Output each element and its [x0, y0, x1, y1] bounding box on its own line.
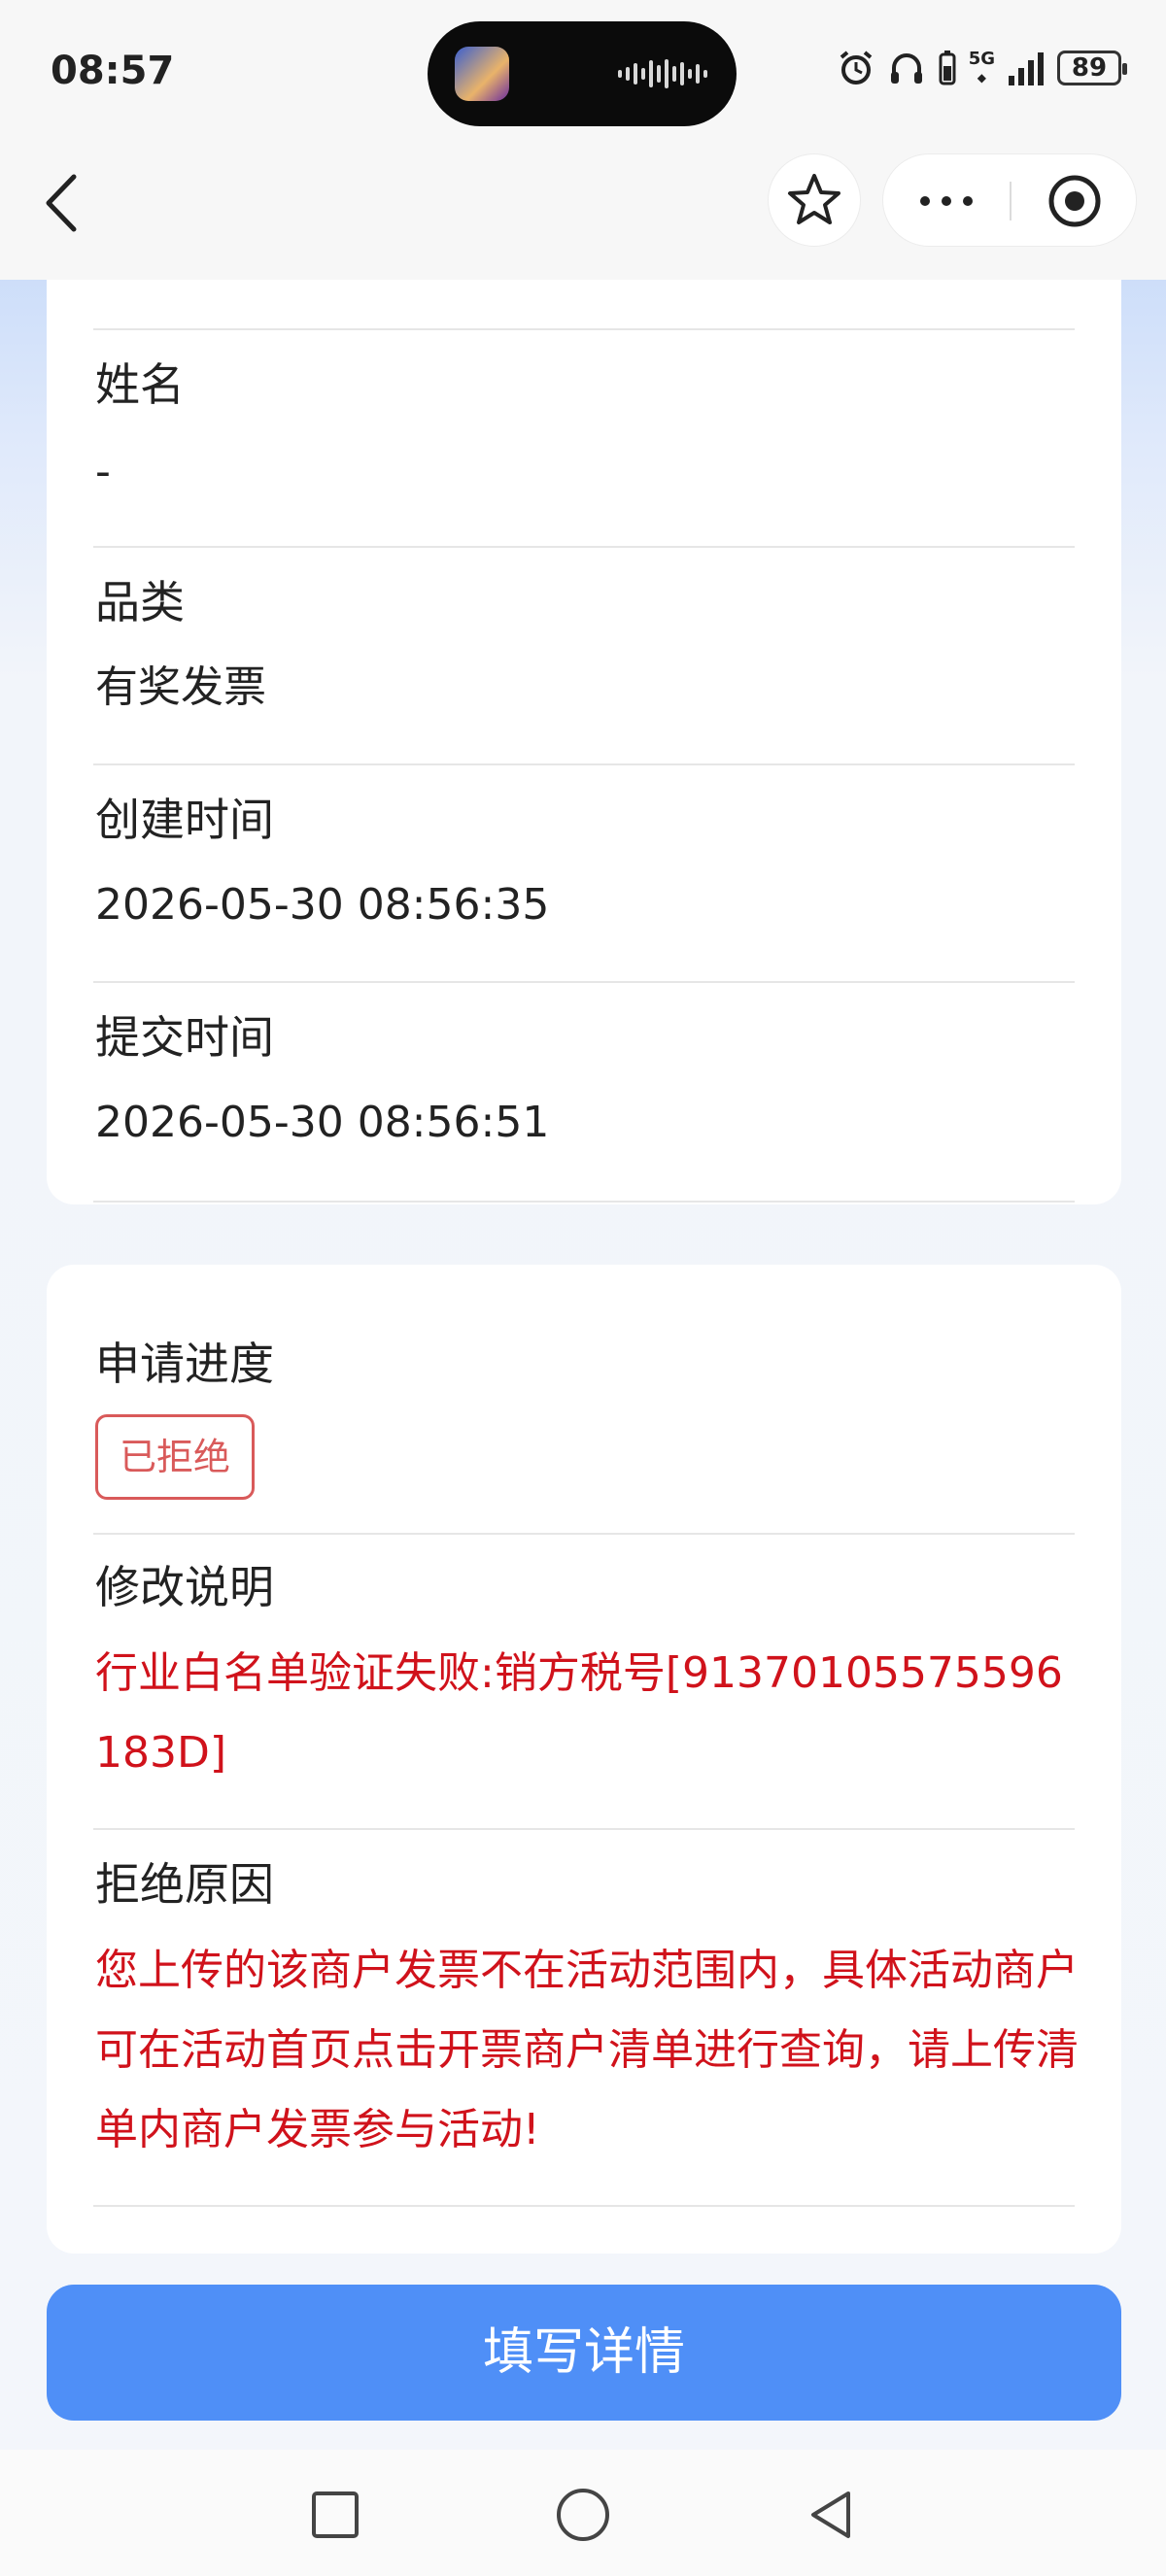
star-outline-icon: [788, 174, 840, 224]
more-dots-icon: [920, 196, 930, 206]
divider: [93, 981, 1075, 983]
divider: [93, 1533, 1075, 1535]
reject-reason-label: 拒绝原因: [95, 1858, 274, 1911]
home-button[interactable]: [549, 2481, 617, 2549]
divider: [93, 763, 1075, 765]
recent-apps-button[interactable]: [301, 2481, 369, 2549]
target-circle-icon: [1048, 175, 1101, 227]
divider: [93, 546, 1075, 548]
more-button[interactable]: [883, 154, 1010, 248]
system-nav-bar: [0, 2450, 1166, 2576]
mini-program-capsule: [882, 153, 1137, 247]
category-label: 品类: [95, 576, 185, 628]
status-badge: 已拒绝: [95, 1414, 256, 1500]
headphones-icon: [890, 53, 922, 84]
square-icon: [312, 2491, 359, 2538]
reject-reason-value: 您上传的该商户发票不在活动范围内，具体活动商户可在活动首页点击开票商户清单进行查…: [95, 1946, 1079, 2154]
submitted-time-value: 2026-05-30 08:56:51: [95, 1098, 550, 1147]
modify-note-label: 修改说明: [95, 1561, 274, 1613]
favorite-button[interactable]: [768, 153, 861, 247]
divider: [93, 1828, 1075, 1830]
close-mini-program-button[interactable]: [1012, 154, 1138, 248]
audio-wave-icon: [618, 58, 707, 89]
progress-label: 申请进度: [95, 1338, 274, 1390]
dynamic-island[interactable]: [428, 21, 737, 126]
app-thumbnail-icon: [455, 47, 509, 101]
divider: [93, 2205, 1075, 2207]
divider: [93, 1201, 1075, 1203]
application-info-card: 姓名 - 品类 有奖发票 创建时间 2026-05-30 08:56:35 提交…: [47, 280, 1121, 1204]
status-icons: 5G ◆ 89: [837, 48, 1127, 87]
chevron-left-icon: [46, 174, 77, 232]
system-back-button[interactable]: [797, 2481, 865, 2549]
fill-details-button[interactable]: 填写详情: [47, 2285, 1121, 2421]
signal-icon: [1009, 52, 1044, 85]
small-battery-icon: [939, 51, 956, 85]
created-time-label: 创建时间: [95, 794, 274, 846]
back-button[interactable]: [35, 169, 93, 237]
name-value: -: [95, 447, 111, 496]
application-progress-card: 申请进度 已拒绝 修改说明 行业白名单验证失败:销方税号[91370105575…: [47, 1265, 1121, 2254]
status-time: 08:57: [51, 49, 175, 93]
submitted-time-label: 提交时间: [95, 1011, 274, 1064]
nav-bar: [0, 146, 1166, 280]
divider: [93, 328, 1075, 330]
battery-indicator: 89: [1057, 51, 1127, 85]
status-bar: 08:57 5G ◆ 89: [0, 0, 1166, 146]
network-type: 5G ◆: [968, 48, 995, 85]
triangle-back-icon: [811, 2491, 850, 2538]
created-time-value: 2026-05-30 08:56:35: [95, 880, 550, 930]
alarm-icon: [840, 51, 872, 85]
name-label: 姓名: [95, 358, 185, 411]
circle-icon: [557, 2489, 609, 2541]
modify-note-value: 行业白名单验证失败:销方税号[91370105575596183D]: [95, 1648, 1063, 1778]
category-value: 有奖发票: [95, 662, 266, 712]
